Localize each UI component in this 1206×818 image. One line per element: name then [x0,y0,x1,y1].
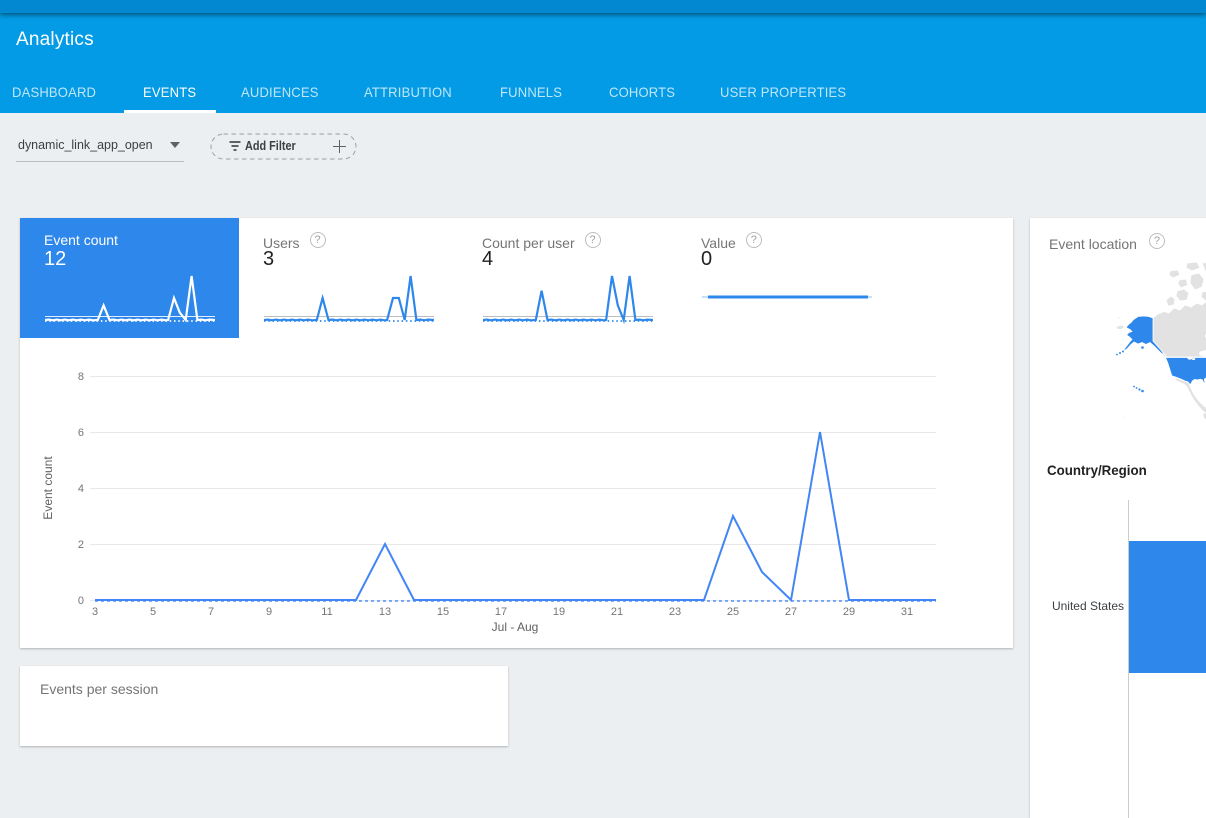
svg-text:Event count: Event count [41,456,55,520]
svg-text:15: 15 [437,606,449,618]
svg-text:19: 19 [553,606,565,618]
svg-text:21: 21 [611,606,623,618]
svg-text:13: 13 [379,606,391,618]
svg-text:8: 8 [78,371,84,383]
svg-text:23: 23 [669,606,681,618]
svg-text:27: 27 [785,606,797,618]
svg-text:17: 17 [495,606,507,618]
svg-text:3: 3 [92,606,98,618]
svg-text:29: 29 [843,606,855,618]
svg-text:31: 31 [901,606,913,618]
svg-text:2: 2 [78,539,84,551]
svg-text:7: 7 [208,606,214,618]
svg-text:11: 11 [321,606,332,618]
svg-text:9: 9 [266,606,272,618]
svg-text:5: 5 [150,606,156,618]
svg-text:6: 6 [78,427,84,439]
svg-text:25: 25 [727,606,739,618]
svg-text:4: 4 [78,483,84,495]
svg-text:Jul - Aug: Jul - Aug [492,620,539,634]
svg-text:0: 0 [78,595,84,607]
